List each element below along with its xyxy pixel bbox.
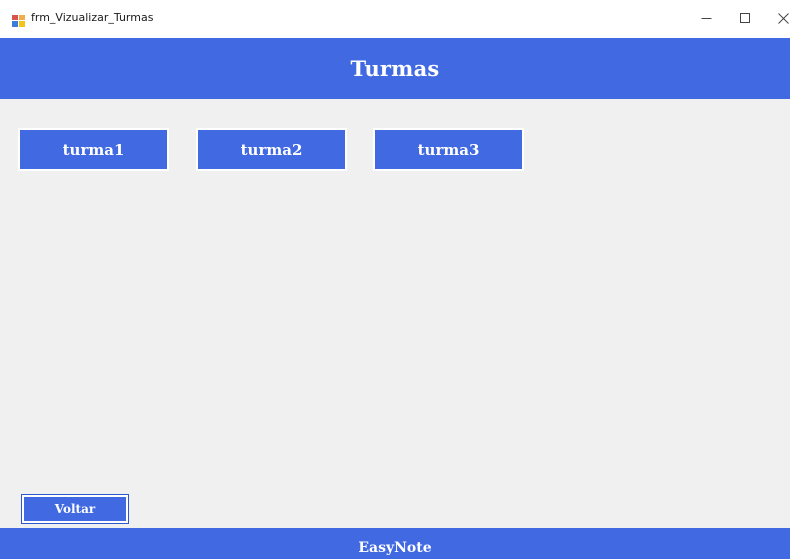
close-button[interactable] (760, 0, 790, 36)
maximize-icon (739, 9, 751, 28)
turma-button-2[interactable]: turma2 (196, 128, 347, 171)
page-title: Turmas (350, 56, 440, 81)
window-title: frm_Vizualizar_Turmas (31, 11, 154, 24)
app-icon (12, 12, 25, 27)
back-button[interactable]: Voltar (21, 494, 129, 524)
footer-banner: EasyNote (0, 528, 790, 559)
close-icon (777, 9, 789, 28)
turma-button-3[interactable]: turma3 (373, 128, 524, 171)
header-banner: Turmas (0, 38, 790, 99)
minimize-icon (701, 9, 712, 28)
app-window: frm_Vizualizar_Turmas Turmas turma1 turm… (0, 0, 790, 559)
footer-brand: EasyNote (358, 539, 432, 556)
turma-button-1[interactable]: turma1 (18, 128, 169, 171)
title-bar: frm_Vizualizar_Turmas (0, 0, 790, 38)
